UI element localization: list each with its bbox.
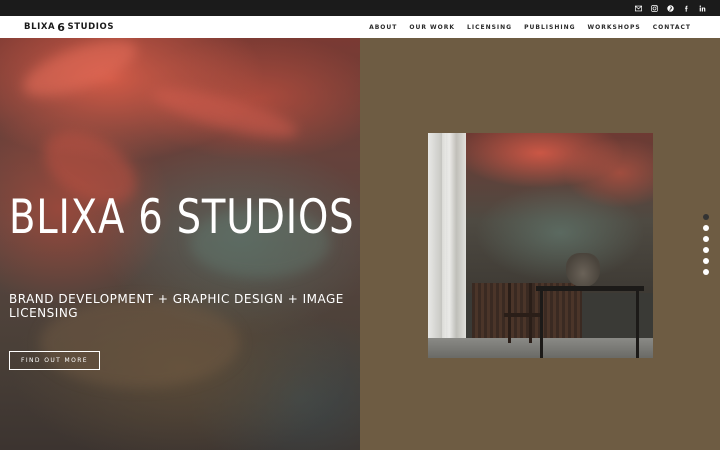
logo-word-studios: STUDIOS	[67, 22, 115, 32]
nav-workshops[interactable]: WORKSHOPS	[588, 24, 641, 31]
logo-word-blixa: BLIXA	[24, 22, 56, 32]
slider-dot[interactable]	[703, 236, 709, 242]
site-header: BLIXA 6 STUDIOS ABOUT OUR WORK LICENSING…	[0, 16, 720, 38]
photo-curtain	[442, 133, 466, 338]
pinterest-icon[interactable]	[663, 0, 678, 16]
facebook-icon[interactable]	[679, 0, 694, 16]
texture-streak	[16, 38, 144, 108]
hero-title: BLIXA 6 STUDIOS	[9, 190, 355, 245]
nav-about[interactable]: ABOUT	[369, 24, 397, 31]
interior-photo	[428, 133, 653, 358]
nav-contact[interactable]: CONTACT	[653, 24, 691, 31]
nav-licensing[interactable]: LICENSING	[467, 24, 512, 31]
slider-dot[interactable]	[703, 247, 709, 253]
slider-dot[interactable]	[703, 269, 709, 275]
hero-subtitle: BRAND DEVELOPMENT + GRAPHIC DESIGN + IMA…	[9, 292, 344, 320]
photo-table	[536, 286, 644, 291]
instagram-icon[interactable]	[647, 0, 662, 16]
find-out-more-button[interactable]: FIND OUT MORE	[9, 351, 100, 370]
texture-streak	[148, 79, 302, 147]
slider-dot[interactable]	[703, 258, 709, 264]
social-bar	[0, 0, 720, 16]
nav-our-work[interactable]: OUR WORK	[409, 24, 455, 31]
photo-vase	[566, 253, 600, 287]
slider-dot[interactable]	[703, 214, 709, 220]
email-icon[interactable]	[631, 0, 646, 16]
site-logo[interactable]: BLIXA 6 STUDIOS	[24, 20, 114, 34]
photo-wall	[450, 133, 653, 293]
linkedin-icon[interactable]	[695, 0, 710, 16]
photo-chair-seat	[504, 313, 540, 317]
logo-six: 6	[57, 20, 66, 34]
slider-dot[interactable]	[703, 225, 709, 231]
hero-texture-panel: BLIXA 6 STUDIOS BRAND DEVELOPMENT + GRAP…	[0, 38, 360, 450]
photo-table-leg	[636, 291, 639, 358]
photo-table-leg	[540, 291, 543, 358]
slider-dots	[703, 214, 711, 280]
main-nav: ABOUT OUR WORK LICENSING PUBLISHING WORK…	[357, 16, 691, 38]
nav-publishing[interactable]: PUBLISHING	[524, 24, 575, 31]
